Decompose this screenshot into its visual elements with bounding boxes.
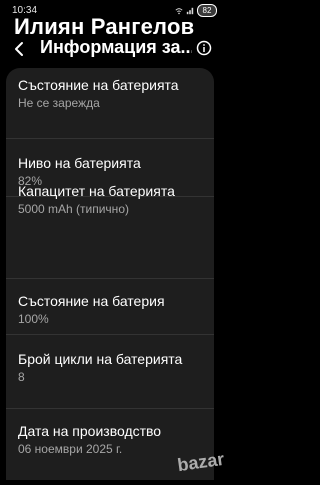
item-title: Брой цикли на батерията: [18, 351, 183, 367]
list-item-battery-status[interactable]: Състояние на батерията Не се зарежда: [18, 76, 202, 111]
divider: [6, 138, 214, 139]
item-title: Дата на производство: [18, 423, 162, 439]
divider: [6, 278, 214, 279]
watermark: Илиян Рангелов: [14, 14, 195, 39]
item-value: 5000 mAh (типично): [18, 202, 129, 216]
list-item-battery-capacity[interactable]: Капацитет на батерията 5000 mAh (типично…: [18, 182, 202, 217]
item-title: Капацитет на батерията: [18, 183, 175, 199]
item-title: Състояние на батерията: [18, 77, 179, 93]
list-item-cycle-count[interactable]: Брой цикли на батерията 8: [18, 350, 202, 385]
divider: [6, 334, 214, 335]
item-value: 100%: [18, 312, 49, 326]
divider: [6, 408, 214, 409]
back-button[interactable]: [12, 41, 28, 57]
item-value: Не се зарежда: [18, 96, 100, 110]
page-title: Информация за...: [40, 37, 192, 57]
item-title: Състояние на батерия: [18, 293, 165, 309]
battery-indicator: 82: [197, 4, 217, 17]
item-value: 8: [18, 370, 25, 384]
item-title: Ниво на батерията: [18, 155, 141, 171]
battery-info-list: Състояние на батерията Не се зарежда Нив…: [6, 68, 214, 480]
list-item-battery-health[interactable]: Състояние на батерия 100%: [18, 292, 202, 327]
info-button[interactable]: [196, 40, 212, 56]
item-value: 06 ноември 2025 г.: [18, 442, 123, 456]
list-item-manufacture-date[interactable]: Дата на производство 06 ноември 2025 г.: [18, 422, 202, 457]
back-arrow-icon: [15, 42, 23, 56]
